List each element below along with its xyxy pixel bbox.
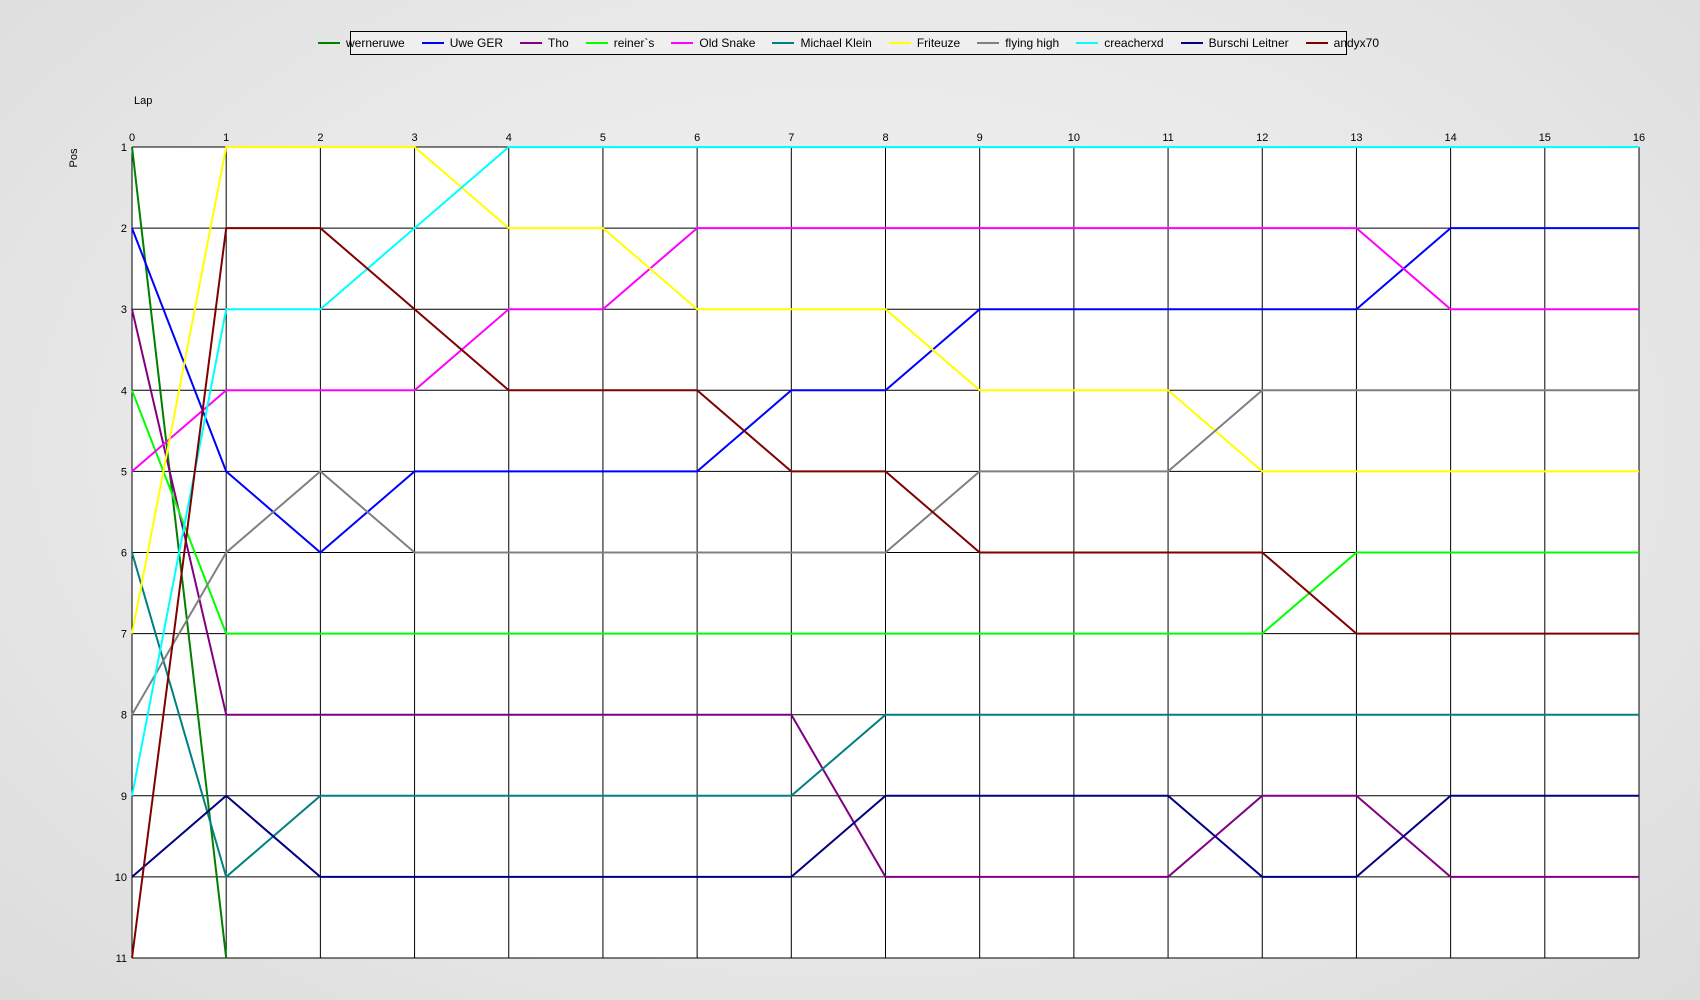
x-tick-label: 4 bbox=[506, 132, 512, 144]
x-tick-label: 10 bbox=[1068, 132, 1080, 144]
x-tick-label: 12 bbox=[1256, 132, 1268, 144]
y-tick-label: 1 bbox=[121, 142, 127, 154]
y-tick-label: 9 bbox=[121, 791, 127, 803]
y-tick-label: 10 bbox=[115, 872, 127, 884]
x-tick-label: 7 bbox=[788, 132, 794, 144]
x-tick-label: 14 bbox=[1445, 132, 1457, 144]
x-tick-label: 11 bbox=[1162, 132, 1173, 144]
x-tick-label: 3 bbox=[412, 132, 418, 144]
y-tick-label: 8 bbox=[121, 710, 127, 722]
x-tick-label: 2 bbox=[317, 132, 323, 144]
y-tick-label: 2 bbox=[121, 223, 127, 235]
x-tick-label: 0 bbox=[129, 132, 135, 144]
x-tick-label: 8 bbox=[882, 132, 888, 144]
y-tick-label: 3 bbox=[121, 304, 127, 316]
y-tick-label: 4 bbox=[121, 385, 127, 397]
y-axis-label: Pos bbox=[68, 148, 80, 167]
y-tick-label: 6 bbox=[121, 548, 127, 560]
x-tick-label: 6 bbox=[694, 132, 700, 144]
y-tick-label: 5 bbox=[121, 466, 127, 478]
x-tick-label: 1 bbox=[223, 132, 229, 144]
lap-position-chart: 0 1 2 3 4 5 6 7 8 9 10 11 12 13 14 15 16 1234567891011 L… bbox=[68, 95, 1645, 965]
x-tick-label: 13 bbox=[1350, 132, 1362, 144]
y-tick-labels: 1 2 3 4 5 6 7 8 9 10 11 bbox=[115, 142, 127, 965]
x-tick-labels: 0 1 2 3 4 5 6 7 8 9 10 11 12 13 14 15 16 bbox=[129, 132, 1645, 144]
x-tick-label: 15 bbox=[1539, 132, 1551, 144]
x-tick-label: 9 bbox=[977, 132, 983, 144]
x-axis-label: Lap bbox=[134, 95, 152, 107]
y-tick-label: 7 bbox=[121, 629, 127, 641]
x-tick-label: 16 bbox=[1633, 132, 1645, 144]
x-tick-label: 5 bbox=[600, 132, 606, 144]
y-tick-label: 11 bbox=[116, 953, 127, 965]
